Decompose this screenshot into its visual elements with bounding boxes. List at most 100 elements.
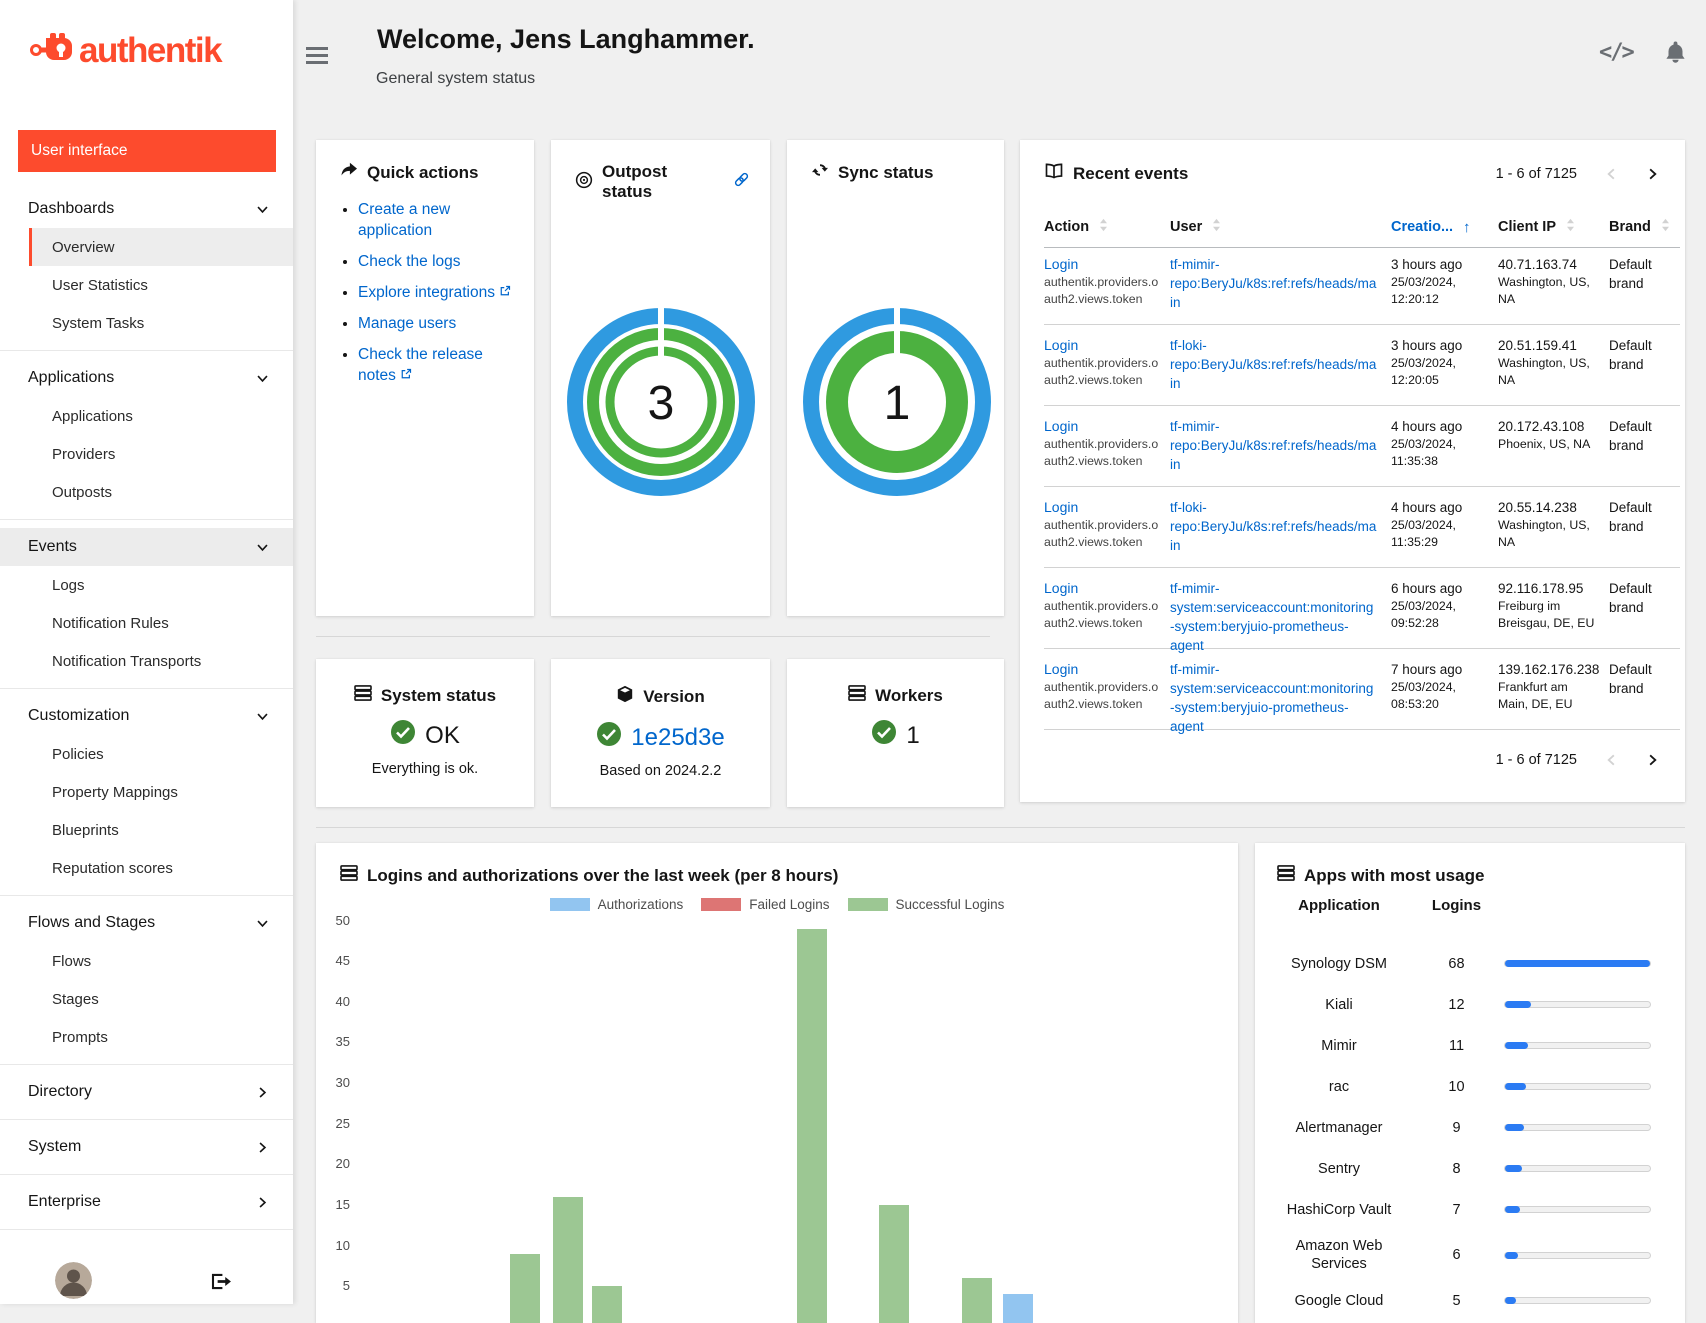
quick-action-check-the-release-notes[interactable]: Check the release notes: [358, 344, 520, 386]
pagination-prev-icon[interactable]: [1605, 753, 1618, 767]
events-col-label: Action: [1044, 219, 1089, 235]
events-col-creatio[interactable]: Creatio...↑: [1391, 218, 1498, 236]
event-user-link[interactable]: tf-mimir-repo:BeryJu/k8s:ref:refs/heads/…: [1170, 417, 1391, 474]
event-user-link[interactable]: tf-mimir-system:serviceaccount:monitorin…: [1170, 579, 1391, 655]
app-usage-row: Kiali12: [1269, 984, 1651, 1025]
sidebar-item-applications[interactable]: Applications: [29, 397, 293, 435]
apps-table-header: Application Logins: [1269, 897, 1651, 914]
sidebar-item-logs[interactable]: Logs: [29, 566, 293, 604]
pagination-next-icon[interactable]: [1646, 167, 1659, 181]
sidebar-item-property-mappings[interactable]: Property Mappings: [29, 773, 293, 811]
version-value[interactable]: 1e25d3e: [631, 724, 724, 752]
sidebar-item-notification-transports[interactable]: Notification Transports: [29, 642, 293, 680]
sidebar-section-customization[interactable]: Customization: [0, 697, 293, 735]
server-icon: [1277, 865, 1295, 886]
quick-action-link[interactable]: Check the logs: [358, 253, 461, 270]
progress-fill: [1505, 1297, 1516, 1304]
sidebar-item-blueprints[interactable]: Blueprints: [29, 811, 293, 849]
sidebar-item-stages[interactable]: Stages: [29, 980, 293, 1018]
user-interface-button[interactable]: User interface: [18, 130, 276, 172]
sidebar-section-directory[interactable]: Directory: [0, 1073, 293, 1111]
sidebar-item-reputation-scores[interactable]: Reputation scores: [29, 849, 293, 887]
sidebar-section-label: Flows and Stages: [28, 914, 155, 932]
sidebar-item-notification-rules[interactable]: Notification Rules: [29, 604, 293, 642]
divider: [316, 827, 1685, 828]
chart-legend: AuthorizationsFailed LoginsSuccessful Lo…: [316, 897, 1238, 912]
events-col-client-ip[interactable]: Client IP: [1498, 218, 1609, 236]
event-user-link[interactable]: tf-mimir-repo:BeryJu/k8s:ref:refs/heads/…: [1170, 255, 1391, 312]
quick-action-check-the-logs[interactable]: Check the logs: [358, 251, 520, 272]
event-action-link[interactable]: Login: [1044, 418, 1078, 434]
sidebar-item-flows[interactable]: Flows: [29, 942, 293, 980]
quick-action-link[interactable]: Check the release notes: [358, 346, 483, 384]
quick-action-link[interactable]: Create a new application: [358, 201, 450, 239]
app-login-count: 5: [1409, 1293, 1504, 1309]
quick-action-explore-integrations[interactable]: Explore integrations: [358, 282, 520, 303]
sidebar-section-applications[interactable]: Applications: [0, 359, 293, 397]
sidebar-separator: [0, 1174, 293, 1175]
pagination-prev-icon[interactable]: [1605, 167, 1618, 181]
table-row: Loginauthentik.providers.oauth2.views.to…: [1044, 487, 1680, 568]
sidebar-item-system-tasks[interactable]: System Tasks: [29, 304, 293, 342]
quick-action-link[interactable]: Explore integrations: [358, 284, 495, 301]
event-action-link[interactable]: Login: [1044, 661, 1078, 677]
event-action-link[interactable]: Login: [1044, 337, 1078, 353]
app-login-count: 9: [1409, 1120, 1504, 1136]
pagination-label: 1 - 6 of 7125: [1496, 752, 1577, 768]
outpost-link-icon[interactable]: [733, 171, 750, 193]
sidebar-item-prompts[interactable]: Prompts: [29, 1018, 293, 1056]
apps-col-logins: Logins: [1409, 897, 1504, 914]
notifications-bell-icon[interactable]: [1664, 40, 1687, 70]
quick-actions-list: Create a new application Check the logs Ex…: [316, 199, 520, 386]
sidebar-toggle-button[interactable]: [306, 47, 330, 68]
chevron-down-icon: [256, 710, 269, 723]
table-row: Loginauthentik.providers.oauth2.views.to…: [1044, 244, 1680, 325]
chart-bar-successful-logins: [592, 1286, 622, 1323]
progress-fill: [1505, 1083, 1526, 1090]
sidebar-item-providers[interactable]: Providers: [29, 435, 293, 473]
quick-action-link[interactable]: Manage users: [358, 315, 456, 332]
event-creation-cell: 6 hours ago25/03/2024, 09:52:28: [1391, 579, 1498, 655]
app-usage-bar: [1504, 1165, 1651, 1172]
sort-icon: [1212, 218, 1221, 236]
event-action-link[interactable]: Login: [1044, 499, 1078, 515]
sidebar-section-enterprise[interactable]: Enterprise: [0, 1183, 293, 1221]
app-usage-row: rac10: [1269, 1066, 1651, 1107]
legend-label: Authorizations: [598, 897, 684, 912]
sidebar-item-outposts[interactable]: Outposts: [29, 473, 293, 511]
events-col-action[interactable]: Action: [1044, 218, 1170, 236]
sign-out-icon[interactable]: [210, 1272, 231, 1296]
event-action-link[interactable]: Login: [1044, 256, 1078, 272]
api-browser-icon[interactable]: </>: [1599, 40, 1633, 65]
sidebar-section-label: Enterprise: [28, 1193, 101, 1211]
event-user-link[interactable]: tf-mimir-system:serviceaccount:monitorin…: [1170, 660, 1391, 736]
user-avatar[interactable]: [55, 1262, 92, 1299]
sidebar-section-system[interactable]: System: [0, 1128, 293, 1166]
sidebar-separator: [0, 519, 293, 520]
table-row: Loginauthentik.providers.oauth2.views.to…: [1044, 406, 1680, 487]
apps-col-application: Application: [1269, 897, 1409, 914]
event-action-link[interactable]: Login: [1044, 580, 1078, 596]
event-user-link[interactable]: tf-loki-repo:BeryJu/k8s:ref:refs/heads/m…: [1170, 336, 1391, 393]
event-age: 7 hours ago: [1391, 660, 1498, 679]
pagination-next-icon[interactable]: [1646, 753, 1659, 767]
event-timestamp: 25/03/2024, 11:35:29: [1391, 517, 1498, 551]
quick-action-manage-users[interactable]: Manage users: [358, 313, 520, 334]
chart-bar-authorizations: [1003, 1294, 1033, 1323]
event-user-link[interactable]: tf-loki-repo:BeryJu/k8s:ref:refs/heads/m…: [1170, 498, 1391, 555]
app-login-count: 68: [1409, 956, 1504, 972]
events-col-user[interactable]: User: [1170, 218, 1391, 236]
progress-fill: [1505, 1206, 1520, 1213]
external-link-icon: [396, 367, 412, 384]
sidebar-section-flows-and-stages[interactable]: Flows and Stages: [0, 904, 293, 942]
events-col-brand[interactable]: Brand: [1609, 218, 1680, 236]
event-ip: 40.71.163.74: [1498, 255, 1609, 274]
sidebar-item-policies[interactable]: Policies: [29, 735, 293, 773]
sidebar-section-dashboards[interactable]: Dashboards: [0, 190, 293, 228]
quick-action-create-a-new-application[interactable]: Create a new application: [358, 199, 520, 241]
sidebar-section-events[interactable]: Events: [0, 528, 293, 566]
sort-asc-icon: ↑: [1463, 219, 1471, 236]
sidebar-item-overview[interactable]: Overview: [29, 228, 293, 266]
divider: [316, 636, 990, 637]
sidebar-item-user-statistics[interactable]: User Statistics: [29, 266, 293, 304]
